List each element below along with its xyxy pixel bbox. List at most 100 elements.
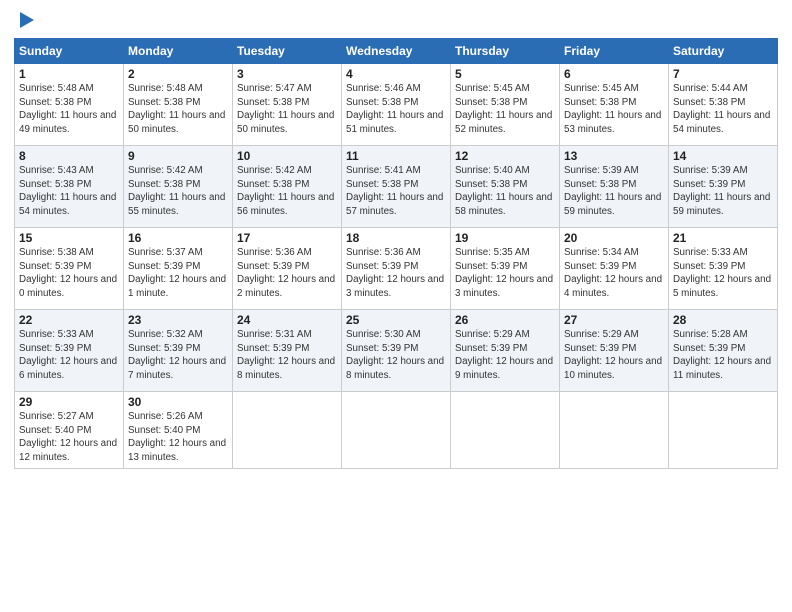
day-info: Sunrise: 5:36 AM Sunset: 5:39 PM Dayligh…: [346, 246, 446, 301]
calendar-cell: 25 Sunrise: 5:30 AM Sunset: 5:39 PM Dayl…: [342, 310, 451, 392]
calendar-cell: 6 Sunrise: 5:45 AM Sunset: 5:38 PM Dayli…: [560, 64, 669, 146]
calendar-cell: [233, 392, 342, 469]
calendar-cell: 30 Sunrise: 5:26 AM Sunset: 5:40 PM Dayl…: [124, 392, 233, 469]
weekday-header-tuesday: Tuesday: [233, 39, 342, 64]
calendar-cell: 23 Sunrise: 5:32 AM Sunset: 5:39 PM Dayl…: [124, 310, 233, 392]
day-info: Sunrise: 5:30 AM Sunset: 5:39 PM Dayligh…: [346, 328, 446, 383]
calendar-cell: 7 Sunrise: 5:44 AM Sunset: 5:38 PM Dayli…: [669, 64, 778, 146]
calendar-cell: 29 Sunrise: 5:27 AM Sunset: 5:40 PM Dayl…: [15, 392, 124, 469]
calendar-cell: 26 Sunrise: 5:29 AM Sunset: 5:39 PM Dayl…: [451, 310, 560, 392]
day-number: 27: [564, 313, 664, 327]
calendar-cell: [342, 392, 451, 469]
day-number: 28: [673, 313, 773, 327]
day-number: 21: [673, 231, 773, 245]
day-number: 22: [19, 313, 119, 327]
day-info: Sunrise: 5:26 AM Sunset: 5:40 PM Dayligh…: [128, 410, 228, 465]
calendar-cell: 24 Sunrise: 5:31 AM Sunset: 5:39 PM Dayl…: [233, 310, 342, 392]
calendar-header-row: SundayMondayTuesdayWednesdayThursdayFrid…: [15, 39, 778, 64]
calendar-week-row: 15 Sunrise: 5:38 AM Sunset: 5:39 PM Dayl…: [15, 228, 778, 310]
day-info: Sunrise: 5:39 AM Sunset: 5:39 PM Dayligh…: [673, 164, 773, 219]
day-number: 5: [455, 67, 555, 81]
day-info: Sunrise: 5:32 AM Sunset: 5:39 PM Dayligh…: [128, 328, 228, 383]
calendar-cell: 16 Sunrise: 5:37 AM Sunset: 5:39 PM Dayl…: [124, 228, 233, 310]
calendar-cell: [451, 392, 560, 469]
calendar-cell: 28 Sunrise: 5:28 AM Sunset: 5:39 PM Dayl…: [669, 310, 778, 392]
calendar-week-row: 22 Sunrise: 5:33 AM Sunset: 5:39 PM Dayl…: [15, 310, 778, 392]
day-info: Sunrise: 5:37 AM Sunset: 5:39 PM Dayligh…: [128, 246, 228, 301]
calendar-cell: 3 Sunrise: 5:47 AM Sunset: 5:38 PM Dayli…: [233, 64, 342, 146]
day-info: Sunrise: 5:29 AM Sunset: 5:39 PM Dayligh…: [455, 328, 555, 383]
day-info: Sunrise: 5:42 AM Sunset: 5:38 PM Dayligh…: [237, 164, 337, 219]
day-info: Sunrise: 5:33 AM Sunset: 5:39 PM Dayligh…: [673, 246, 773, 301]
day-info: Sunrise: 5:42 AM Sunset: 5:38 PM Dayligh…: [128, 164, 228, 219]
calendar-cell: 2 Sunrise: 5:48 AM Sunset: 5:38 PM Dayli…: [124, 64, 233, 146]
day-info: Sunrise: 5:35 AM Sunset: 5:39 PM Dayligh…: [455, 246, 555, 301]
day-info: Sunrise: 5:39 AM Sunset: 5:38 PM Dayligh…: [564, 164, 664, 219]
day-number: 1: [19, 67, 119, 81]
calendar-cell: 18 Sunrise: 5:36 AM Sunset: 5:39 PM Dayl…: [342, 228, 451, 310]
day-info: Sunrise: 5:48 AM Sunset: 5:38 PM Dayligh…: [19, 82, 119, 137]
day-info: Sunrise: 5:38 AM Sunset: 5:39 PM Dayligh…: [19, 246, 119, 301]
day-info: Sunrise: 5:36 AM Sunset: 5:39 PM Dayligh…: [237, 246, 337, 301]
calendar-cell: 4 Sunrise: 5:46 AM Sunset: 5:38 PM Dayli…: [342, 64, 451, 146]
day-info: Sunrise: 5:45 AM Sunset: 5:38 PM Dayligh…: [455, 82, 555, 137]
calendar-table: SundayMondayTuesdayWednesdayThursdayFrid…: [14, 38, 778, 469]
calendar-cell: 22 Sunrise: 5:33 AM Sunset: 5:39 PM Dayl…: [15, 310, 124, 392]
day-number: 30: [128, 395, 228, 409]
day-info: Sunrise: 5:34 AM Sunset: 5:39 PM Dayligh…: [564, 246, 664, 301]
day-number: 8: [19, 149, 119, 163]
calendar-cell: 10 Sunrise: 5:42 AM Sunset: 5:38 PM Dayl…: [233, 146, 342, 228]
day-number: 9: [128, 149, 228, 163]
calendar-cell: 19 Sunrise: 5:35 AM Sunset: 5:39 PM Dayl…: [451, 228, 560, 310]
calendar-cell: 14 Sunrise: 5:39 AM Sunset: 5:39 PM Dayl…: [669, 146, 778, 228]
calendar-cell: 17 Sunrise: 5:36 AM Sunset: 5:39 PM Dayl…: [233, 228, 342, 310]
weekday-header-monday: Monday: [124, 39, 233, 64]
day-info: Sunrise: 5:33 AM Sunset: 5:39 PM Dayligh…: [19, 328, 119, 383]
calendar-cell: 1 Sunrise: 5:48 AM Sunset: 5:38 PM Dayli…: [15, 64, 124, 146]
day-info: Sunrise: 5:31 AM Sunset: 5:39 PM Dayligh…: [237, 328, 337, 383]
day-number: 13: [564, 149, 664, 163]
day-info: Sunrise: 5:46 AM Sunset: 5:38 PM Dayligh…: [346, 82, 446, 137]
day-info: Sunrise: 5:40 AM Sunset: 5:38 PM Dayligh…: [455, 164, 555, 219]
day-info: Sunrise: 5:41 AM Sunset: 5:38 PM Dayligh…: [346, 164, 446, 219]
day-info: Sunrise: 5:28 AM Sunset: 5:39 PM Dayligh…: [673, 328, 773, 383]
calendar-cell: [560, 392, 669, 469]
day-info: Sunrise: 5:44 AM Sunset: 5:38 PM Dayligh…: [673, 82, 773, 137]
calendar-cell: 5 Sunrise: 5:45 AM Sunset: 5:38 PM Dayli…: [451, 64, 560, 146]
day-number: 23: [128, 313, 228, 327]
calendar-week-row: 8 Sunrise: 5:43 AM Sunset: 5:38 PM Dayli…: [15, 146, 778, 228]
day-info: Sunrise: 5:47 AM Sunset: 5:38 PM Dayligh…: [237, 82, 337, 137]
calendar-week-row: 29 Sunrise: 5:27 AM Sunset: 5:40 PM Dayl…: [15, 392, 778, 469]
day-info: Sunrise: 5:29 AM Sunset: 5:39 PM Dayligh…: [564, 328, 664, 383]
weekday-header-saturday: Saturday: [669, 39, 778, 64]
day-number: 4: [346, 67, 446, 81]
day-number: 2: [128, 67, 228, 81]
day-number: 18: [346, 231, 446, 245]
day-number: 19: [455, 231, 555, 245]
weekday-header-sunday: Sunday: [15, 39, 124, 64]
day-number: 14: [673, 149, 773, 163]
calendar-cell: 15 Sunrise: 5:38 AM Sunset: 5:39 PM Dayl…: [15, 228, 124, 310]
calendar-cell: [669, 392, 778, 469]
day-number: 29: [19, 395, 119, 409]
day-number: 25: [346, 313, 446, 327]
weekday-header-thursday: Thursday: [451, 39, 560, 64]
day-info: Sunrise: 5:48 AM Sunset: 5:38 PM Dayligh…: [128, 82, 228, 137]
day-number: 15: [19, 231, 119, 245]
calendar-week-row: 1 Sunrise: 5:48 AM Sunset: 5:38 PM Dayli…: [15, 64, 778, 146]
header: [14, 10, 778, 32]
day-number: 16: [128, 231, 228, 245]
day-number: 17: [237, 231, 337, 245]
logo-icon: [16, 10, 38, 32]
day-number: 10: [237, 149, 337, 163]
day-number: 7: [673, 67, 773, 81]
day-number: 20: [564, 231, 664, 245]
day-number: 6: [564, 67, 664, 81]
logo: [14, 10, 40, 32]
weekday-header-friday: Friday: [560, 39, 669, 64]
calendar-cell: 12 Sunrise: 5:40 AM Sunset: 5:38 PM Dayl…: [451, 146, 560, 228]
day-number: 3: [237, 67, 337, 81]
day-number: 24: [237, 313, 337, 327]
calendar-cell: 11 Sunrise: 5:41 AM Sunset: 5:38 PM Dayl…: [342, 146, 451, 228]
calendar-cell: 9 Sunrise: 5:42 AM Sunset: 5:38 PM Dayli…: [124, 146, 233, 228]
